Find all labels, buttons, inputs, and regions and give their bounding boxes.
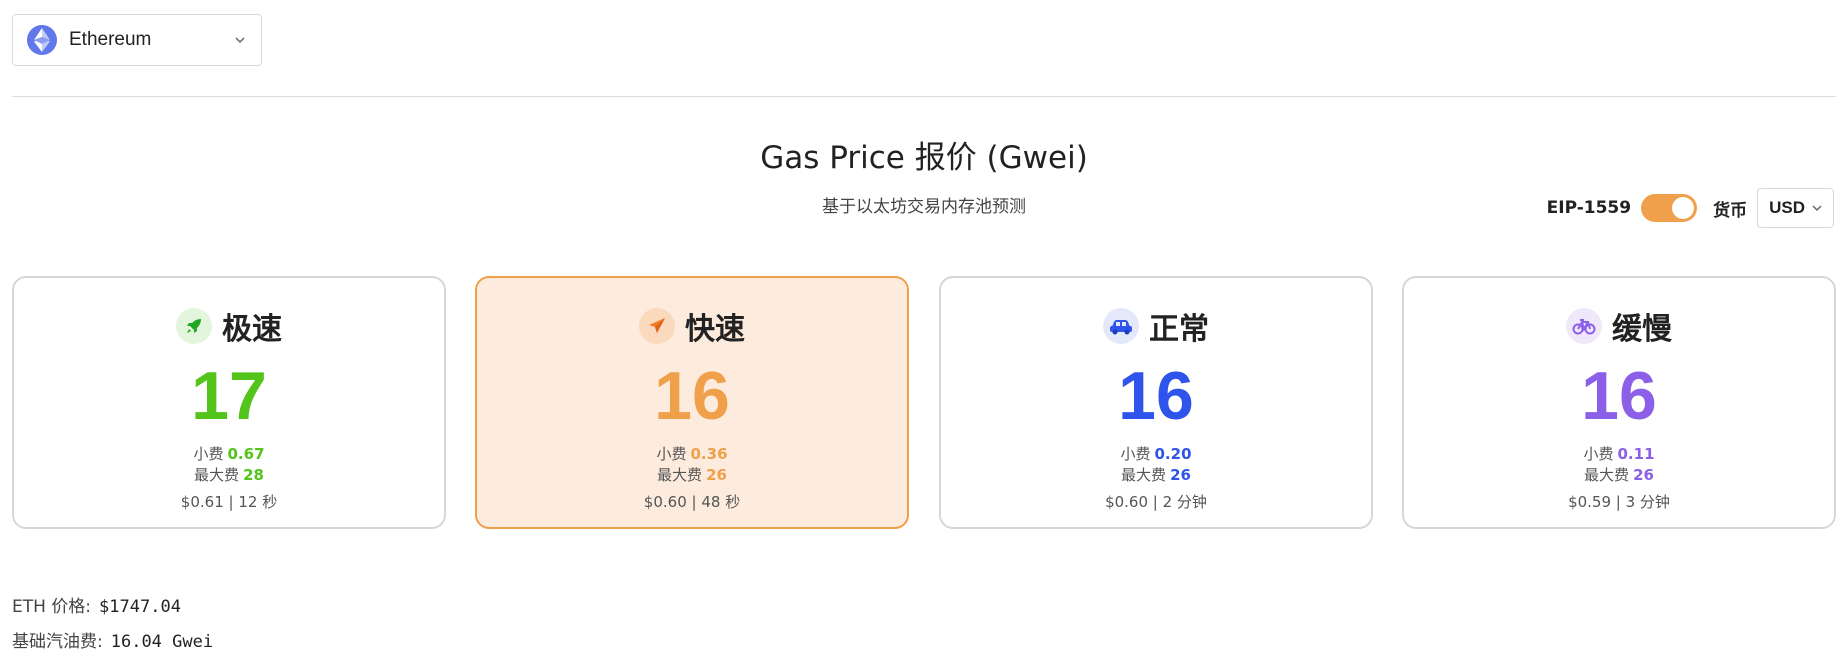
- currency-label: 货币: [1713, 200, 1748, 221]
- ethereum-logo-icon: [27, 25, 57, 55]
- currency-value: USD: [1769, 198, 1805, 217]
- tip-value: 0.11: [1617, 445, 1655, 463]
- cost-value: $0.61: [180, 493, 224, 511]
- eip-1559-label: EIP-1559: [1546, 198, 1632, 218]
- card-header: 极速: [14, 304, 444, 348]
- currency-select[interactable]: USD: [1757, 188, 1834, 228]
- base-fee-row: 基础汽油费: 16.04 Gwei: [12, 627, 213, 652]
- bicycle-icon: [1566, 308, 1602, 344]
- card-title: 快速: [685, 312, 745, 347]
- car-icon: [1103, 308, 1139, 344]
- time-value: 48 秒: [701, 493, 741, 511]
- time-value: 3 分钟: [1625, 493, 1670, 511]
- eth-price-label: ETH 价格:: [12, 597, 92, 617]
- card-max-fee: 最大费 26: [477, 464, 907, 485]
- card-title: 缓慢: [1612, 312, 1672, 347]
- eth-price-value: $1747.04: [99, 597, 181, 617]
- card-max-fee: 最大费 28: [14, 464, 444, 485]
- card-max-fee: 最大费 26: [1404, 464, 1834, 485]
- card-tip: 小费 0.36: [477, 443, 907, 464]
- card-price: 16: [1118, 358, 1194, 434]
- network-label: Ethereum: [69, 29, 152, 50]
- gas-price-page: Ethereum Gas Price 报价 (Gwei) 基于以太坊交易内存池预…: [0, 0, 1848, 671]
- gas-card-slow[interactable]: 缓慢 16 小费 0.11 最大费 26 $0.59 | 3 分钟: [1402, 276, 1836, 529]
- tip-label: 小费: [1583, 445, 1614, 463]
- chevron-down-icon: [1811, 202, 1823, 214]
- header-divider: [12, 96, 1836, 97]
- max-fee-value: 26: [1170, 466, 1191, 484]
- gas-card-standard[interactable]: 正常 16 小费 0.20 最大费 26 $0.60 | 2 分钟: [939, 276, 1373, 529]
- toggle-knob: [1672, 197, 1695, 219]
- card-footer: $0.60 | 48 秒: [643, 493, 741, 511]
- cost-value: $0.60: [1105, 493, 1149, 511]
- card-title: 极速: [222, 312, 282, 347]
- time-value: 12 秒: [238, 493, 278, 511]
- base-fee-label: 基础汽油费:: [12, 632, 103, 652]
- plane-icon: [639, 308, 675, 344]
- card-price: 16: [654, 358, 730, 434]
- max-fee-label: 最大费: [657, 466, 703, 484]
- card-max-fee: 最大费 26: [941, 464, 1371, 485]
- network-select[interactable]: Ethereum: [12, 14, 262, 66]
- max-fee-label: 最大费: [1121, 466, 1167, 484]
- card-tip: 小费 0.11: [1404, 443, 1834, 464]
- gas-card-fast[interactable]: 快速 16 小费 0.36 最大费 26 $0.60 | 48 秒: [475, 276, 909, 529]
- card-tip: 小费 0.67: [14, 443, 444, 464]
- max-fee-label: 最大费: [1584, 466, 1630, 484]
- tip-label: 小费: [1120, 445, 1151, 463]
- card-tip: 小费 0.20: [941, 443, 1371, 464]
- time-value: 2 分钟: [1162, 493, 1207, 511]
- card-price: 17: [191, 358, 267, 434]
- card-footer: $0.59 | 3 分钟: [1568, 493, 1670, 511]
- controls-bar: EIP-1559 货币 USD: [1547, 188, 1834, 228]
- page-title: Gas Price 报价 (Gwei): [760, 140, 1088, 176]
- base-fee-value: 16.04 Gwei: [110, 632, 214, 652]
- cost-value: $0.60: [643, 493, 687, 511]
- tip-label: 小费: [193, 445, 224, 463]
- tip-value: 0.36: [690, 445, 728, 463]
- card-title: 正常: [1149, 312, 1209, 347]
- cost-value: $0.59: [1568, 493, 1612, 511]
- max-fee-value: 28: [243, 466, 264, 484]
- card-header: 缓慢: [1404, 304, 1834, 348]
- tip-value: 0.20: [1154, 445, 1192, 463]
- max-fee-label: 最大费: [194, 466, 240, 484]
- gas-card-rapid[interactable]: 极速 17 小费 0.67 最大费 28 $0.61 | 12 秒: [12, 276, 446, 529]
- tip-value: 0.67: [227, 445, 265, 463]
- card-header: 正常: [941, 304, 1371, 348]
- card-price: 16: [1581, 358, 1657, 434]
- rocket-icon: [176, 308, 212, 344]
- chevron-down-icon: [233, 33, 247, 47]
- eip-1559-toggle[interactable]: [1641, 194, 1698, 222]
- max-fee-value: 26: [706, 466, 727, 484]
- tip-label: 小费: [656, 445, 687, 463]
- card-footer: $0.60 | 2 分钟: [1105, 493, 1207, 511]
- gas-cards: 极速 17 小费 0.67 最大费 28 $0.61 | 12 秒 快速 16 …: [12, 276, 1836, 529]
- card-footer: $0.61 | 12 秒: [180, 493, 278, 511]
- eth-price-row: ETH 价格: $1747.04: [12, 592, 181, 617]
- card-header: 快速: [477, 304, 907, 348]
- max-fee-value: 26: [1633, 466, 1654, 484]
